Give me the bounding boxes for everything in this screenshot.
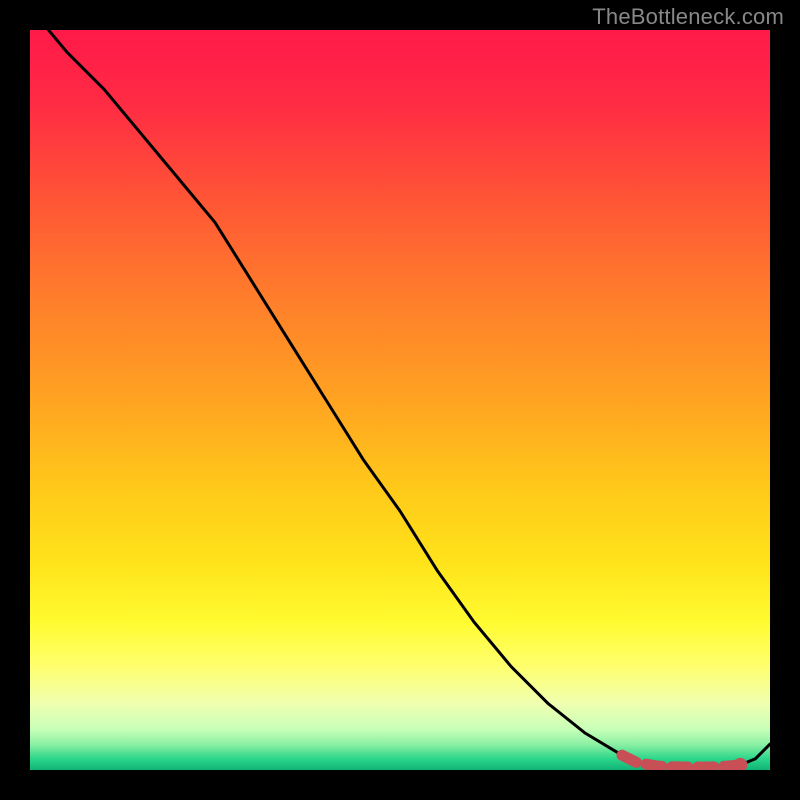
watermark-text: TheBottleneck.com	[592, 4, 784, 30]
gradient-background	[30, 30, 770, 770]
chart-frame: TheBottleneck.com	[0, 0, 800, 800]
plot-svg	[30, 30, 770, 770]
plot-area	[30, 30, 770, 770]
